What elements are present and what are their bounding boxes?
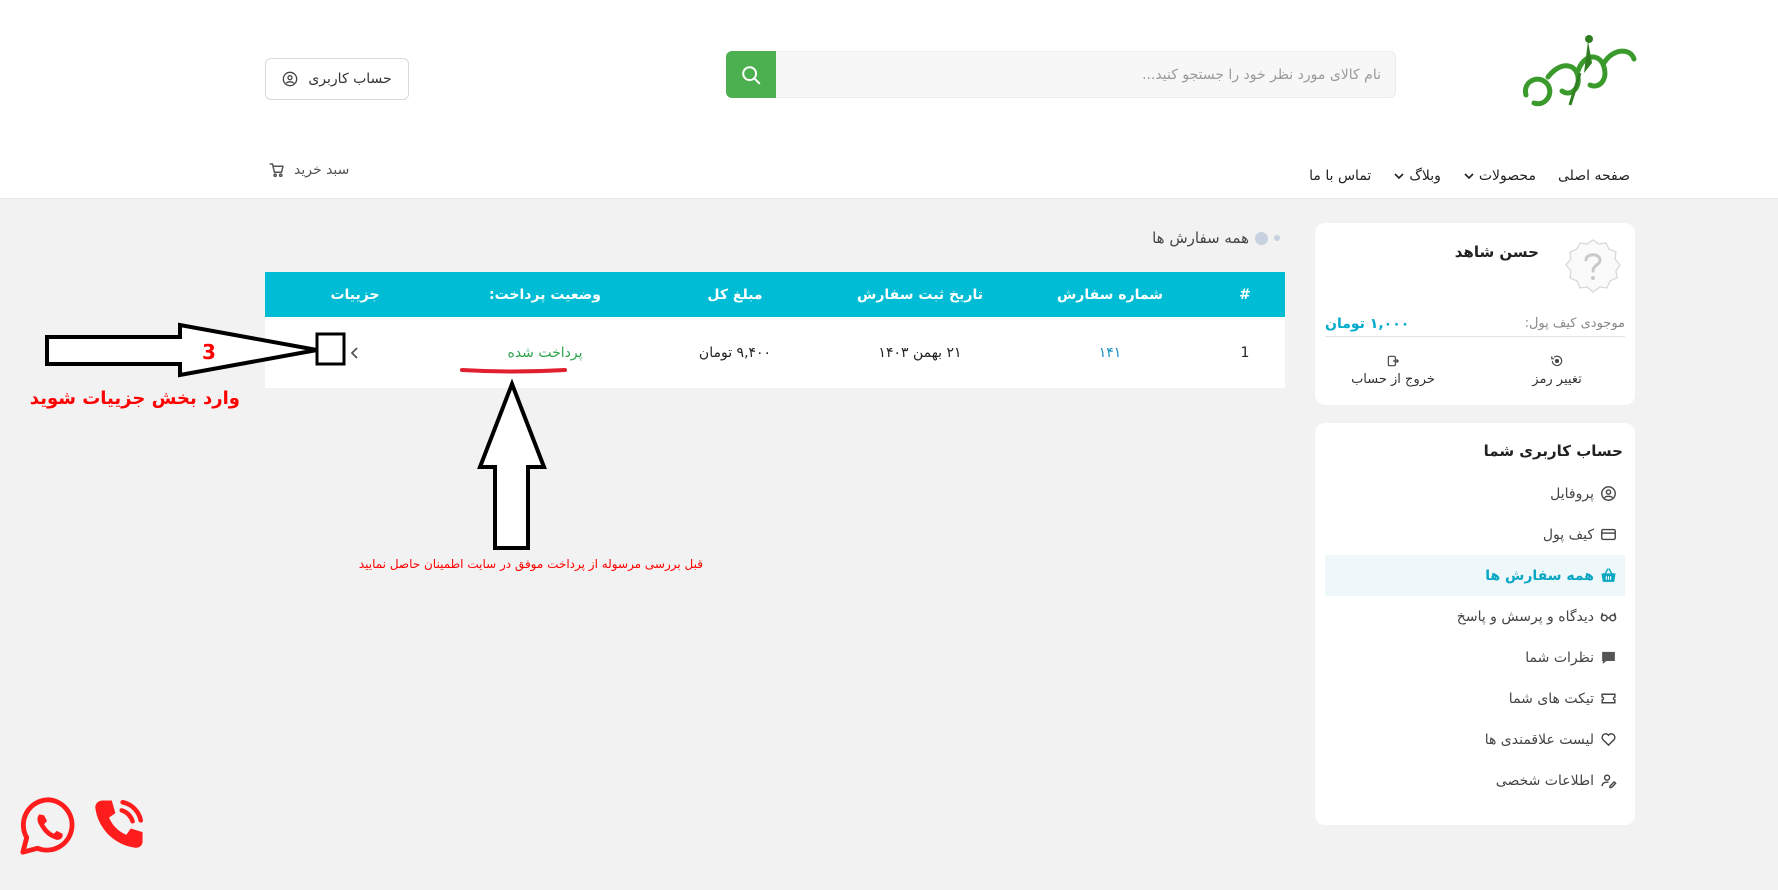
details-hint-text: وارد بخش جزییات شوید <box>29 388 240 409</box>
right-arrow-shape <box>45 322 318 378</box>
details-highlight-box <box>315 332 346 366</box>
step-number-label: 3 <box>202 340 216 364</box>
payment-hint-text: قبل بررسی مرسوله از پرداخت موفق در سایت … <box>358 557 703 571</box>
phone-call-icon[interactable] <box>90 795 148 853</box>
status-underline <box>460 368 567 374</box>
whatsapp-icon[interactable] <box>18 795 80 857</box>
annotation-overlay <box>45 322 567 550</box>
up-arrow-shape <box>477 378 547 550</box>
